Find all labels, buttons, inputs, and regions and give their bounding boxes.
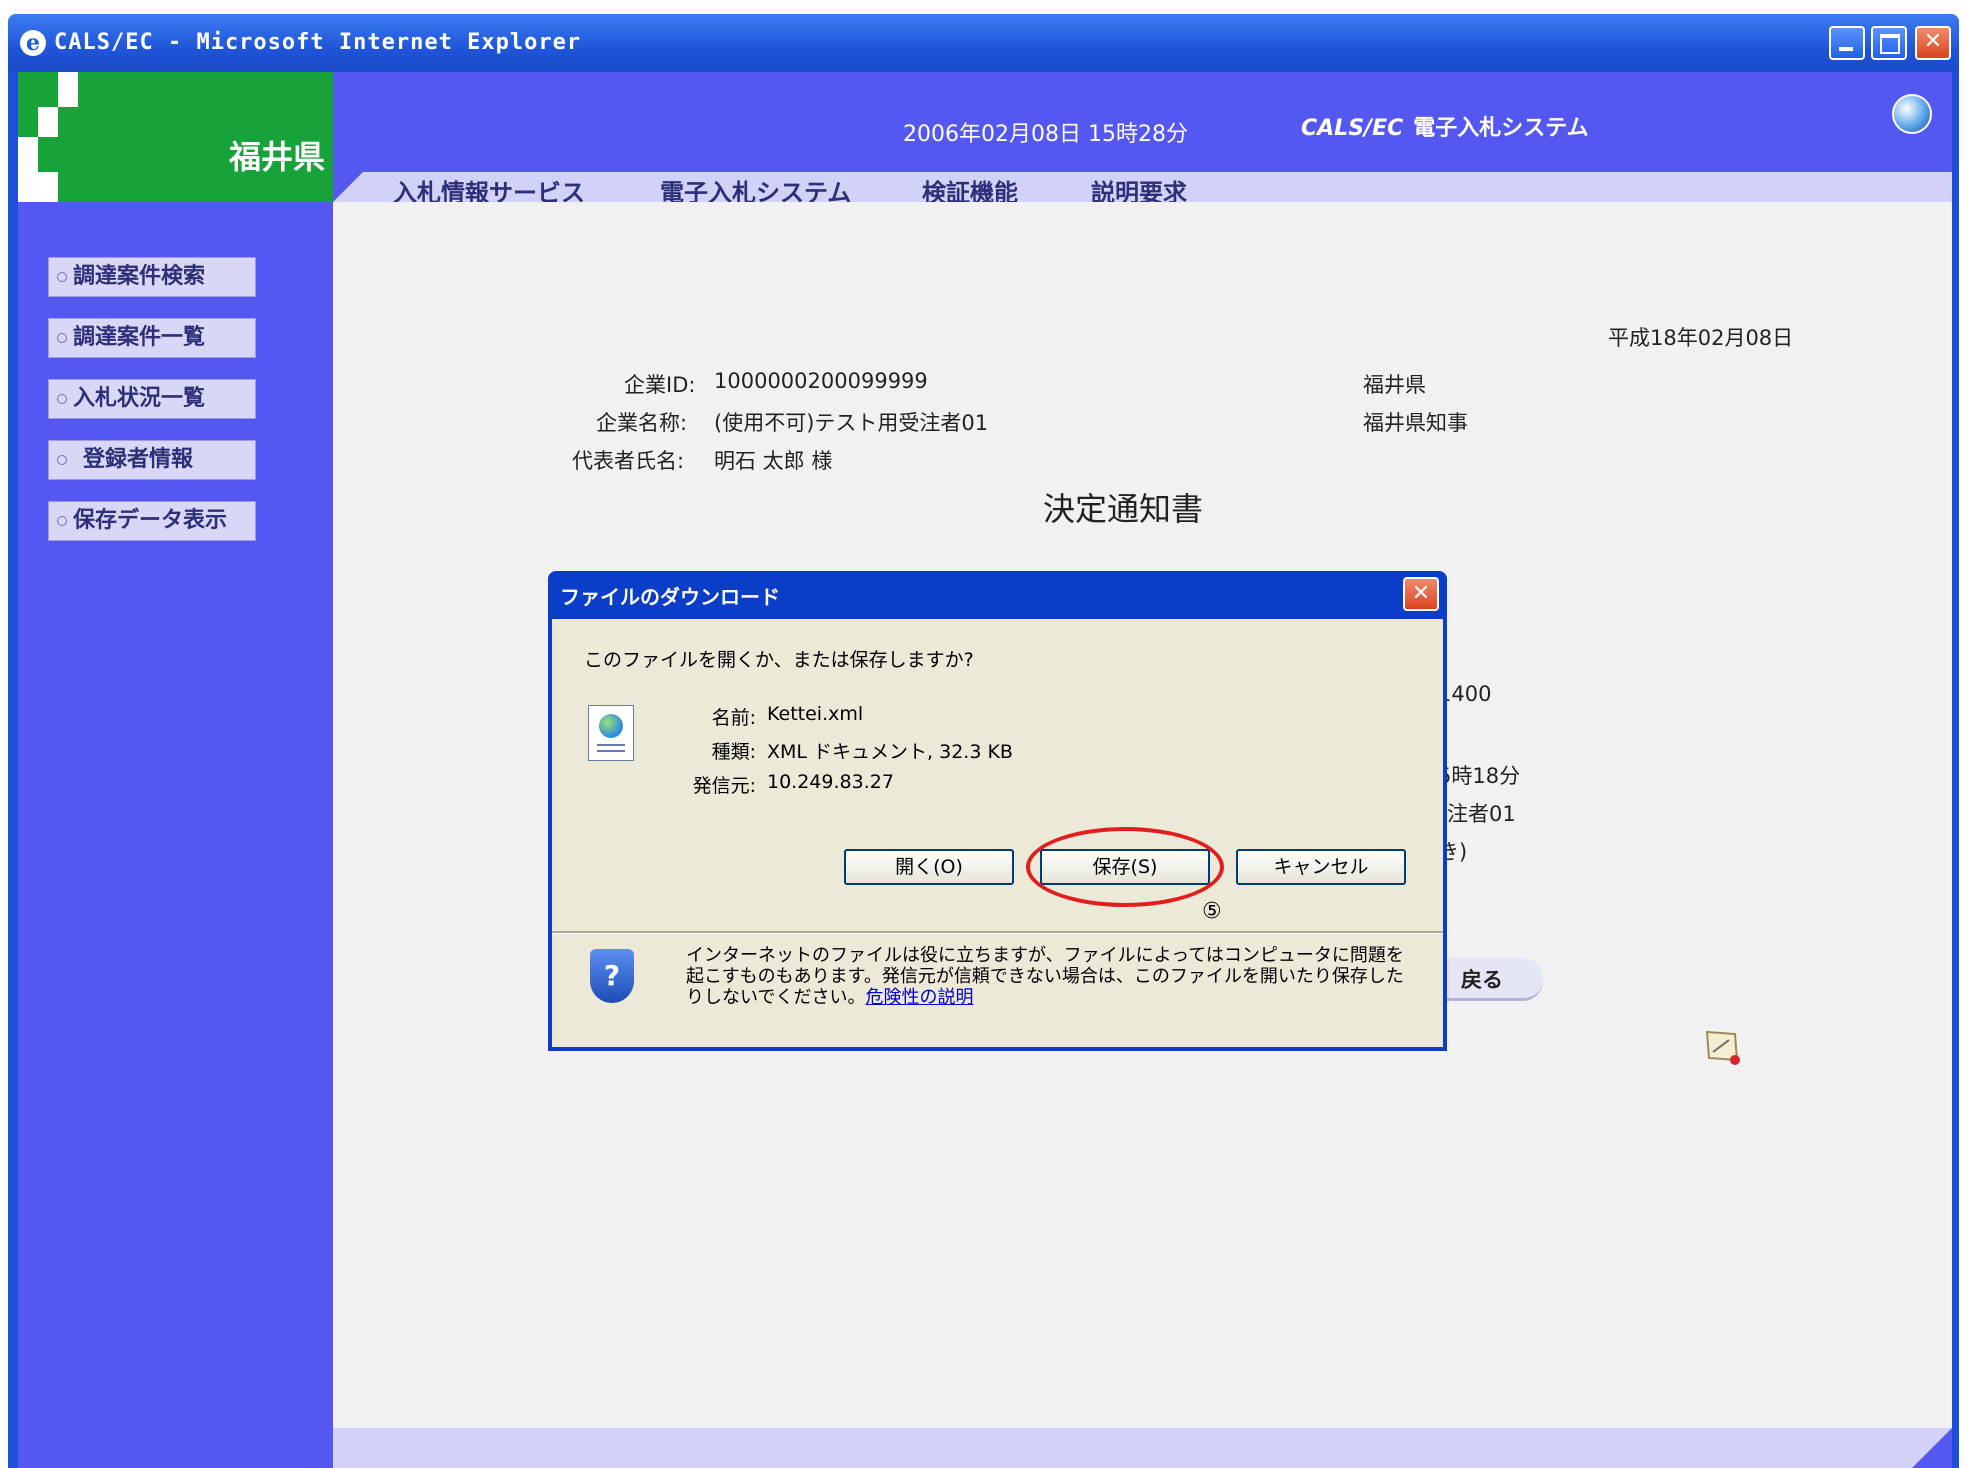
issuer-title: 福井県知事 — [1363, 411, 1468, 435]
browser-window: e CALS/EC - Microsoft Internet Explorer … — [8, 14, 1959, 1468]
warning-text: インターネットのファイルは役に立ちますが、ファイルによってはコンピュータに問題を… — [686, 945, 1404, 1008]
logo-text: 福井県 — [228, 138, 325, 176]
content-footer-bar — [333, 1428, 1952, 1468]
bullet-icon — [57, 455, 67, 465]
file-source-value: 10.249.83.27 — [767, 771, 894, 793]
fukui-logo: 福井県 — [18, 72, 333, 202]
sidebar-item-bid-status[interactable]: 入札状況一覧 — [48, 379, 256, 419]
dialog-close-button[interactable]: ✕ — [1403, 577, 1439, 611]
sidebar-item-procurement-search[interactable]: 調達案件検索 — [48, 257, 256, 297]
company-id-label: 企業ID: — [624, 373, 696, 397]
footer-notch — [1912, 1428, 1952, 1468]
file-type-label: 種類: — [711, 741, 756, 763]
window-title: CALS/EC - Microsoft Internet Explorer — [54, 30, 582, 55]
browser-content: 福井県 2006年02月08日 15時28分 CALS/EC 電子入札システム 入… — [18, 72, 1952, 1468]
system-name-ja: 電子入札システム — [1413, 116, 1589, 141]
cancel-button[interactable]: キャンセル — [1236, 849, 1406, 885]
bullet-icon — [57, 516, 67, 526]
header-datetime: 2006年02月08日 15時28分 — [903, 122, 1188, 147]
close-button[interactable] — [1915, 26, 1951, 60]
ie-icon: e — [20, 30, 46, 56]
security-warning: インターネットのファイルは役に立ちますが、ファイルによってはコンピュータに問題を… — [686, 945, 1406, 1008]
file-type-value: XML ドキュメント, 32.3 KB — [767, 741, 1013, 763]
company-name: (使用不可)テスト用受注者01 — [714, 411, 989, 435]
file-name-label: 名前: — [711, 707, 756, 729]
maximize-button[interactable] — [1871, 26, 1907, 60]
system-name-en: CALS/EC — [1301, 116, 1404, 141]
sidebar-item-registrant-info[interactable]: 登録者情報 — [48, 440, 256, 480]
document-date: 平成18年02月08日 — [1608, 326, 1794, 350]
dialog-question: このファイルを開くか、または保存しますか? — [584, 649, 974, 671]
certificate-icon[interactable] — [1703, 1028, 1743, 1068]
risk-link[interactable]: 危険性の説明 — [865, 987, 973, 1008]
document-title: 決定通知書 — [1043, 490, 1204, 528]
step-number: ⑤ — [1202, 899, 1222, 924]
representative-label: 代表者氏名: — [572, 449, 685, 473]
body-text-fragment: 5時18分 — [1438, 764, 1521, 788]
dialog-separator — [552, 931, 1443, 934]
sidebar-item-saved-data[interactable]: 保存データ表示 — [48, 501, 256, 541]
xml-file-icon — [588, 705, 634, 761]
bullet-icon — [57, 394, 67, 404]
security-shield-icon: ? — [590, 949, 634, 1003]
bullet-icon — [57, 333, 67, 343]
file-name-value: Kettei.xml — [767, 703, 864, 725]
sidebar-item-procurement-list[interactable]: 調達案件一覧 — [48, 318, 256, 358]
representative-name: 明石 太郎 様 — [714, 449, 833, 473]
company-id: 1000000200099999 — [714, 369, 928, 393]
nav-notch — [333, 172, 363, 202]
open-button[interactable]: 開く(O) — [844, 849, 1014, 885]
file-source-label: 発信元: — [692, 775, 756, 797]
company-name-label: 企業名称: — [596, 411, 688, 435]
issuer-prefecture: 福井県 — [1363, 373, 1426, 397]
bullet-icon — [57, 272, 67, 282]
sidebar: 調達案件検索 調達案件一覧 入札状況一覧 登録者情報 保存データ表示 — [18, 202, 333, 1468]
highlight-circle — [1026, 827, 1224, 907]
globe-icon[interactable] — [1892, 94, 1932, 134]
dialog-body: このファイルを開くか、または保存しますか? 名前: Kettei.xml 種類:… — [552, 619, 1443, 1047]
title-bar[interactable]: e CALS/EC - Microsoft Internet Explorer — [8, 14, 1959, 72]
file-download-dialog: ファイルのダウンロード ✕ このファイルを開くか、または保存しますか? 名前: … — [548, 571, 1447, 1051]
dialog-title: ファイルのダウンロード — [560, 585, 780, 609]
minimize-button[interactable] — [1829, 26, 1865, 60]
system-name: CALS/EC 電子入札システム — [1301, 110, 1589, 142]
